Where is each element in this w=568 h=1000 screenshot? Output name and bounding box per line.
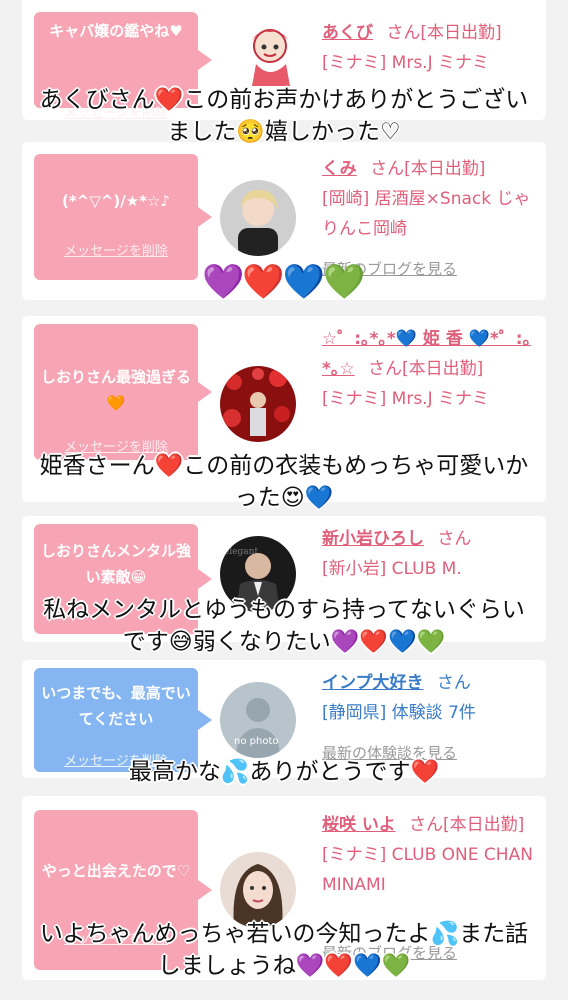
caption-text: しましょうね💜❤️💙💚: [157, 953, 411, 979]
caption-text: いよちゃんめっちゃ若いの今知ったよ💦また話: [39, 921, 529, 947]
sender-shop: [ミナミ] CLUB ONE CHAN MINAMI: [322, 845, 533, 895]
sender-info: あくび さん[本日出勤] [ミナミ] Mrs.J ミナミ: [322, 18, 536, 78]
sender-name-link[interactable]: あくび: [322, 23, 373, 43]
avatar[interactable]: [220, 852, 296, 928]
message-text: しおりさん最強過ぎる🧡: [40, 368, 191, 412]
avatar[interactable]: [220, 180, 296, 256]
caption-text: 姫香さーん❤️この前の衣装もめっちゃ可愛いか: [39, 453, 529, 479]
sender-info: ☆゜:｡*｡*💙 姫 香 💙*゜:｡*｡☆ さん[本日出勤] [ミナミ] Mrs…: [322, 324, 536, 414]
sender-suffix: さん[本日出勤]: [370, 159, 486, 179]
sender-suffix: さん[本日出勤]: [368, 359, 484, 379]
sender-shop: [新小岩] CLUB M.: [322, 559, 462, 579]
caption-text: った😍💙: [234, 485, 334, 511]
sender-info: くみ さん[本日出勤] [岡崎] 居酒屋×Snack じゃりんこ岡崎: [322, 154, 536, 244]
message-bubble: しおりさん最強過ぎる🧡 メッセージを削除: [34, 324, 212, 460]
sender-shop: [静岡県] 体験談 7件: [322, 703, 476, 723]
message-text: しおりさんメンタル強い素敵😁: [40, 542, 191, 586]
caption-text: 最高かな💦ありがとうです❤️: [128, 759, 440, 785]
message-text: いつまでも、最高でいてください: [41, 684, 191, 728]
sender-suffix: さん: [436, 673, 471, 693]
sender-shop: [ミナミ] Mrs.J ミナミ: [322, 53, 490, 73]
sender-info: 新小岩ひろし さん [新小岩] CLUB M.: [322, 524, 536, 584]
sender-name-link[interactable]: 新小岩ひろし: [322, 529, 424, 549]
delete-message-link[interactable]: メッセージを削除: [34, 240, 198, 259]
caption-text: ました🥺嬉しかった♡: [167, 119, 401, 145]
avatar[interactable]: [220, 366, 296, 442]
sender-name-link[interactable]: くみ: [322, 159, 357, 179]
caption-text: です😅弱くなりたい💜❤️💙💚: [122, 629, 446, 655]
sender-shop: [ミナミ] Mrs.J ミナミ: [322, 389, 490, 409]
sender-name-link[interactable]: インプ大好き: [322, 673, 424, 693]
sender-suffix: さん[本日出勤]: [386, 23, 502, 43]
sender-shop: [岡崎] 居酒屋×Snack じゃりんこ岡崎: [322, 189, 531, 239]
svg-text:no photo: no photo: [234, 736, 278, 747]
message-text: (*^▽^)/★*☆♪: [61, 192, 171, 210]
message-text: キャバ嬢の鑑やね♥: [49, 22, 183, 40]
sender-suffix: さん: [437, 529, 472, 549]
sender-info: 桜咲 いよ さん[本日出勤] [ミナミ] CLUB ONE CHAN MINAM…: [322, 810, 536, 900]
heart-emoji-row: 💜❤️💙💚: [202, 262, 365, 302]
sender-info: インプ大好き さん [静岡県] 体験談 7件: [322, 668, 536, 728]
avatar[interactable]: [236, 20, 306, 90]
message-text: やっと出会えたので♡: [41, 862, 191, 880]
caption-text: あくびさん❤️この前お声かけありがとうござい: [39, 87, 529, 113]
sender-name-link[interactable]: 桜咲 いよ: [322, 815, 396, 835]
caption-text: 私ねメンタルとゆうものすら持ってないぐらい: [43, 597, 525, 623]
message-bubble: (*^▽^)/★*☆♪ メッセージを削除: [34, 154, 212, 280]
avatar[interactable]: no photo: [220, 682, 296, 758]
sender-suffix: さん[本日出勤]: [409, 815, 525, 835]
